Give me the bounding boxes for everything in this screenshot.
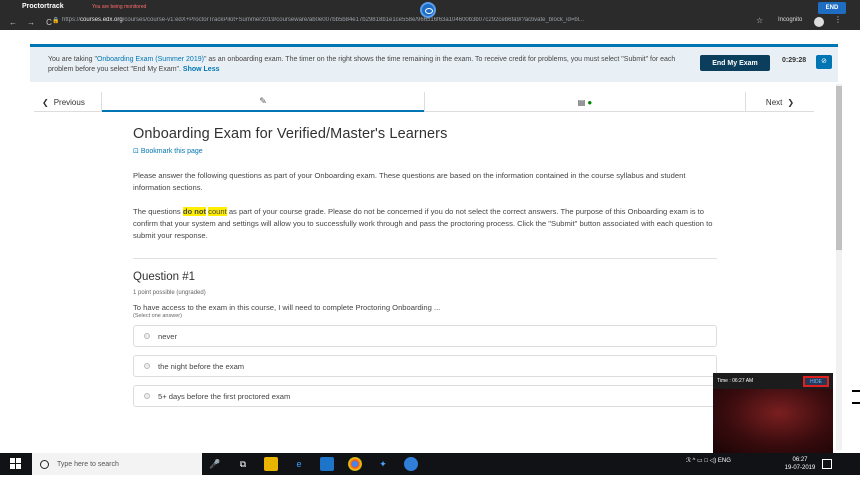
edit-icon: ✎ [259,95,267,106]
previous-label: Previous [53,97,85,107]
banner-msg-prefix: You are taking " [48,56,97,63]
question-instructions: (Select one answer) [133,313,182,319]
chrome-icon[interactable] [348,457,362,471]
option-label: never [158,331,177,341]
taskbar-apps: 🎤 ⧉ e ✦ [208,456,432,472]
notification-icon[interactable] [822,459,832,469]
show-less-link[interactable]: Show Less [183,66,220,73]
volume-icon[interactable]: ◁) [710,458,717,464]
lock-icon[interactable]: 🔒 [52,17,59,24]
incognito-icon[interactable] [814,17,824,27]
url-path: /courses/course-v1:edX+ProctorTrackPilot… [122,17,584,23]
highlight-do-not: do not [182,207,207,216]
question-text: To have access to the exam in this cours… [133,303,441,312]
answer-option[interactable]: never [133,325,717,347]
bookmark-link[interactable]: ⊡ Bookmark this page [133,147,723,155]
exam-link[interactable]: Onboarding Exam (Summer 2019) [97,56,204,63]
exam-banner: You are taking "Onboarding Exam (Summer … [30,44,838,82]
chevron-right-icon: ❯ [787,97,795,107]
forward-icon[interactable]: → [26,18,36,27]
main-content: Onboarding Exam for Verified/Master's Le… [133,126,723,415]
radio-button[interactable] [144,333,150,339]
next-button[interactable]: Next ❯ [746,92,814,112]
task-view-icon[interactable]: ⧉ [236,457,250,471]
scrollbar-thumb[interactable] [836,86,842,250]
webcam-time: Time : 06:27 AM [717,378,754,384]
system-tray[interactable]: ℛ ^ ▭ □ ◁) ENG [686,457,731,464]
proctortrack-label: Proctortrack [22,3,64,10]
exam-timer: 0:29:28 [782,57,807,64]
sequence-nav: ❮ Previous ✎ ▤ ● Next ❯ [34,92,814,112]
sequence-tab-completed[interactable]: ▤ ● [424,92,746,112]
incognito-label: Incognito [778,17,803,23]
divider [133,258,717,259]
store-icon[interactable] [320,457,334,471]
bottom-margin [0,475,860,486]
answer-options: never the night before the exam 5+ days … [133,325,723,407]
highlight-count: count [208,207,227,216]
answer-option[interactable]: the night before the exam [133,355,717,377]
answer-option[interactable]: 5+ days before the first proctored exam [133,385,717,407]
network-icon[interactable]: □ [704,458,708,464]
address-bar-row: ← → C 🔒 https://courses.edx.org/courses/… [0,15,860,30]
taskbar: Type here to search 🎤 ⧉ e ✦ ℛ ^ ▭ □ ◁) E… [0,453,860,475]
end-my-exam-button[interactable]: End My Exam [700,55,770,71]
language-label[interactable]: ENG [718,458,731,464]
next-label: Next [765,97,783,107]
app-icon[interactable]: ✦ [376,457,390,471]
url-scheme: https:// [62,17,81,23]
back-icon[interactable]: ← [8,18,18,27]
battery-icon: ▭ [696,458,703,464]
proctortrack-bar: Proctortrack You are being monitored END… [0,0,860,30]
microphone-icon[interactable]: 🎤 [208,457,222,471]
file-explorer-icon[interactable] [264,457,278,471]
radio-button[interactable] [144,393,150,399]
radio-button[interactable] [144,363,150,369]
cortana-icon [40,459,49,469]
more-menu-icon[interactable]: ⋮ [834,15,842,24]
chevron-left-icon: ❮ [42,97,49,107]
monitoring-notice: You are being monitored [92,4,147,10]
proctor-end-button[interactable]: END [818,2,846,14]
taskbar-clock[interactable]: 06:27 19-07-2019 [780,456,820,472]
bookmark-icon: ⊡ [133,148,141,155]
webcam-preview: Time : 06:27 AM HIDE [713,373,833,453]
bookmark-star-icon[interactable]: ☆ [756,16,763,25]
exam-banner-message: You are taking "Onboarding Exam (Summer … [48,55,688,75]
taskbar-search[interactable]: Type here to search [32,453,202,475]
option-label: the night before the exam [158,361,245,371]
clock-time: 06:27 [792,457,808,463]
check-circle-icon: ● [587,97,593,107]
question-title: Question #1 [133,271,196,283]
people-icon[interactable]: ℛ [686,458,691,464]
windows-start-icon[interactable] [10,458,22,470]
sequence-tab-problem[interactable]: ✎ [102,92,424,112]
webcam-hide-button[interactable]: HIDE [803,376,829,387]
url-host: courses.edx.org [80,17,123,23]
timer-visibility-icon[interactable]: ⊘ [816,55,832,69]
edge-browser-icon[interactable]: e [292,457,306,471]
previous-button[interactable]: ❮ Previous [34,92,102,112]
question-points: 1 point possible (ungraded) [133,290,206,296]
page-scrollbar[interactable] [836,84,842,450]
proctortrack-icon[interactable] [404,457,418,471]
tray-chevron-icon[interactable]: ^ [692,458,695,464]
intro-paragraph: Please answer the following questions as… [133,171,686,192]
para-text: The questions [133,207,183,216]
clock-date: 19-07-2019 [784,465,816,471]
bookmark-label: Bookmark this page [140,148,203,155]
search-placeholder: Type here to search [57,460,119,468]
page-title: Onboarding Exam for Verified/Master's Le… [133,126,448,142]
grading-paragraph: The questions do not count as part of yo… [133,206,723,242]
edge-marks [852,390,860,420]
url-field[interactable]: https://courses.edx.org/courses/course-v… [62,17,752,23]
exam-icon: ▤ [577,97,586,107]
option-label: 5+ days before the first proctored exam [158,391,291,401]
